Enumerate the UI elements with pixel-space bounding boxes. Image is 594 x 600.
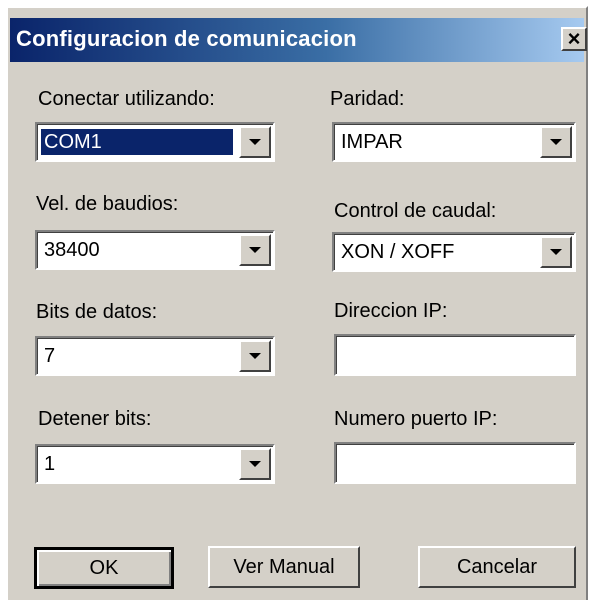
parity-value: IMPAR bbox=[341, 131, 403, 153]
baud-rate-value: 38400 bbox=[44, 239, 100, 261]
ok-button-label: OK bbox=[89, 556, 119, 579]
close-icon: × bbox=[567, 26, 581, 51]
data-bits-value: 7 bbox=[44, 345, 56, 367]
ip-address-input[interactable] bbox=[334, 334, 576, 376]
parity-select[interactable]: IMPAR bbox=[332, 122, 576, 162]
connect-using-label: Conectar utilizando: bbox=[38, 88, 215, 110]
ip-address-label: Direccion IP: bbox=[334, 300, 448, 322]
flow-control-value: XON / XOFF bbox=[341, 241, 455, 263]
flow-control-label: Control de caudal: bbox=[334, 200, 497, 222]
title-bar: Configuracion de comunicacion × bbox=[10, 18, 587, 62]
data-bits-select[interactable]: 7 bbox=[35, 336, 275, 376]
ip-port-input[interactable] bbox=[334, 442, 576, 484]
connect-using-dropdown-button[interactable] bbox=[239, 126, 271, 158]
flow-control-dropdown-button[interactable] bbox=[540, 236, 572, 268]
close-button[interactable]: × bbox=[561, 27, 587, 51]
view-manual-button[interactable]: Ver Manual bbox=[208, 546, 360, 588]
cancel-button-label: Cancelar bbox=[456, 555, 538, 578]
stop-bits-dropdown-button[interactable] bbox=[239, 448, 271, 480]
dialog-title: Configuracion de comunicacion bbox=[16, 26, 357, 51]
chevron-down-icon bbox=[550, 249, 562, 255]
ok-button[interactable]: OK bbox=[34, 547, 174, 589]
baud-rate-dropdown-button[interactable] bbox=[239, 234, 271, 266]
parity-label: Paridad: bbox=[330, 88, 405, 110]
chevron-down-icon bbox=[249, 247, 261, 253]
connect-using-select[interactable]: COM1 bbox=[35, 122, 275, 162]
communication-settings-dialog: Configuracion de comunicacion × Conectar… bbox=[6, 6, 588, 600]
parity-dropdown-button[interactable] bbox=[540, 126, 572, 158]
chevron-down-icon bbox=[550, 139, 562, 145]
stop-bits-select[interactable]: 1 bbox=[35, 444, 275, 484]
ip-port-label: Numero puerto IP: bbox=[334, 408, 498, 430]
chevron-down-icon bbox=[249, 461, 261, 467]
view-manual-button-label: Ver Manual bbox=[233, 555, 335, 578]
stop-bits-value: 1 bbox=[44, 453, 56, 475]
stop-bits-label: Detener bits: bbox=[38, 408, 152, 430]
chevron-down-icon bbox=[249, 139, 261, 145]
data-bits-label: Bits de datos: bbox=[36, 301, 158, 323]
flow-control-select[interactable]: XON / XOFF bbox=[332, 232, 576, 272]
chevron-down-icon bbox=[249, 353, 261, 359]
baud-rate-select[interactable]: 38400 bbox=[35, 230, 275, 270]
connect-using-value: COM1 bbox=[41, 129, 233, 155]
cancel-button[interactable]: Cancelar bbox=[418, 546, 576, 588]
baud-rate-label: Vel. de baudios: bbox=[36, 193, 179, 215]
data-bits-dropdown-button[interactable] bbox=[239, 340, 271, 372]
